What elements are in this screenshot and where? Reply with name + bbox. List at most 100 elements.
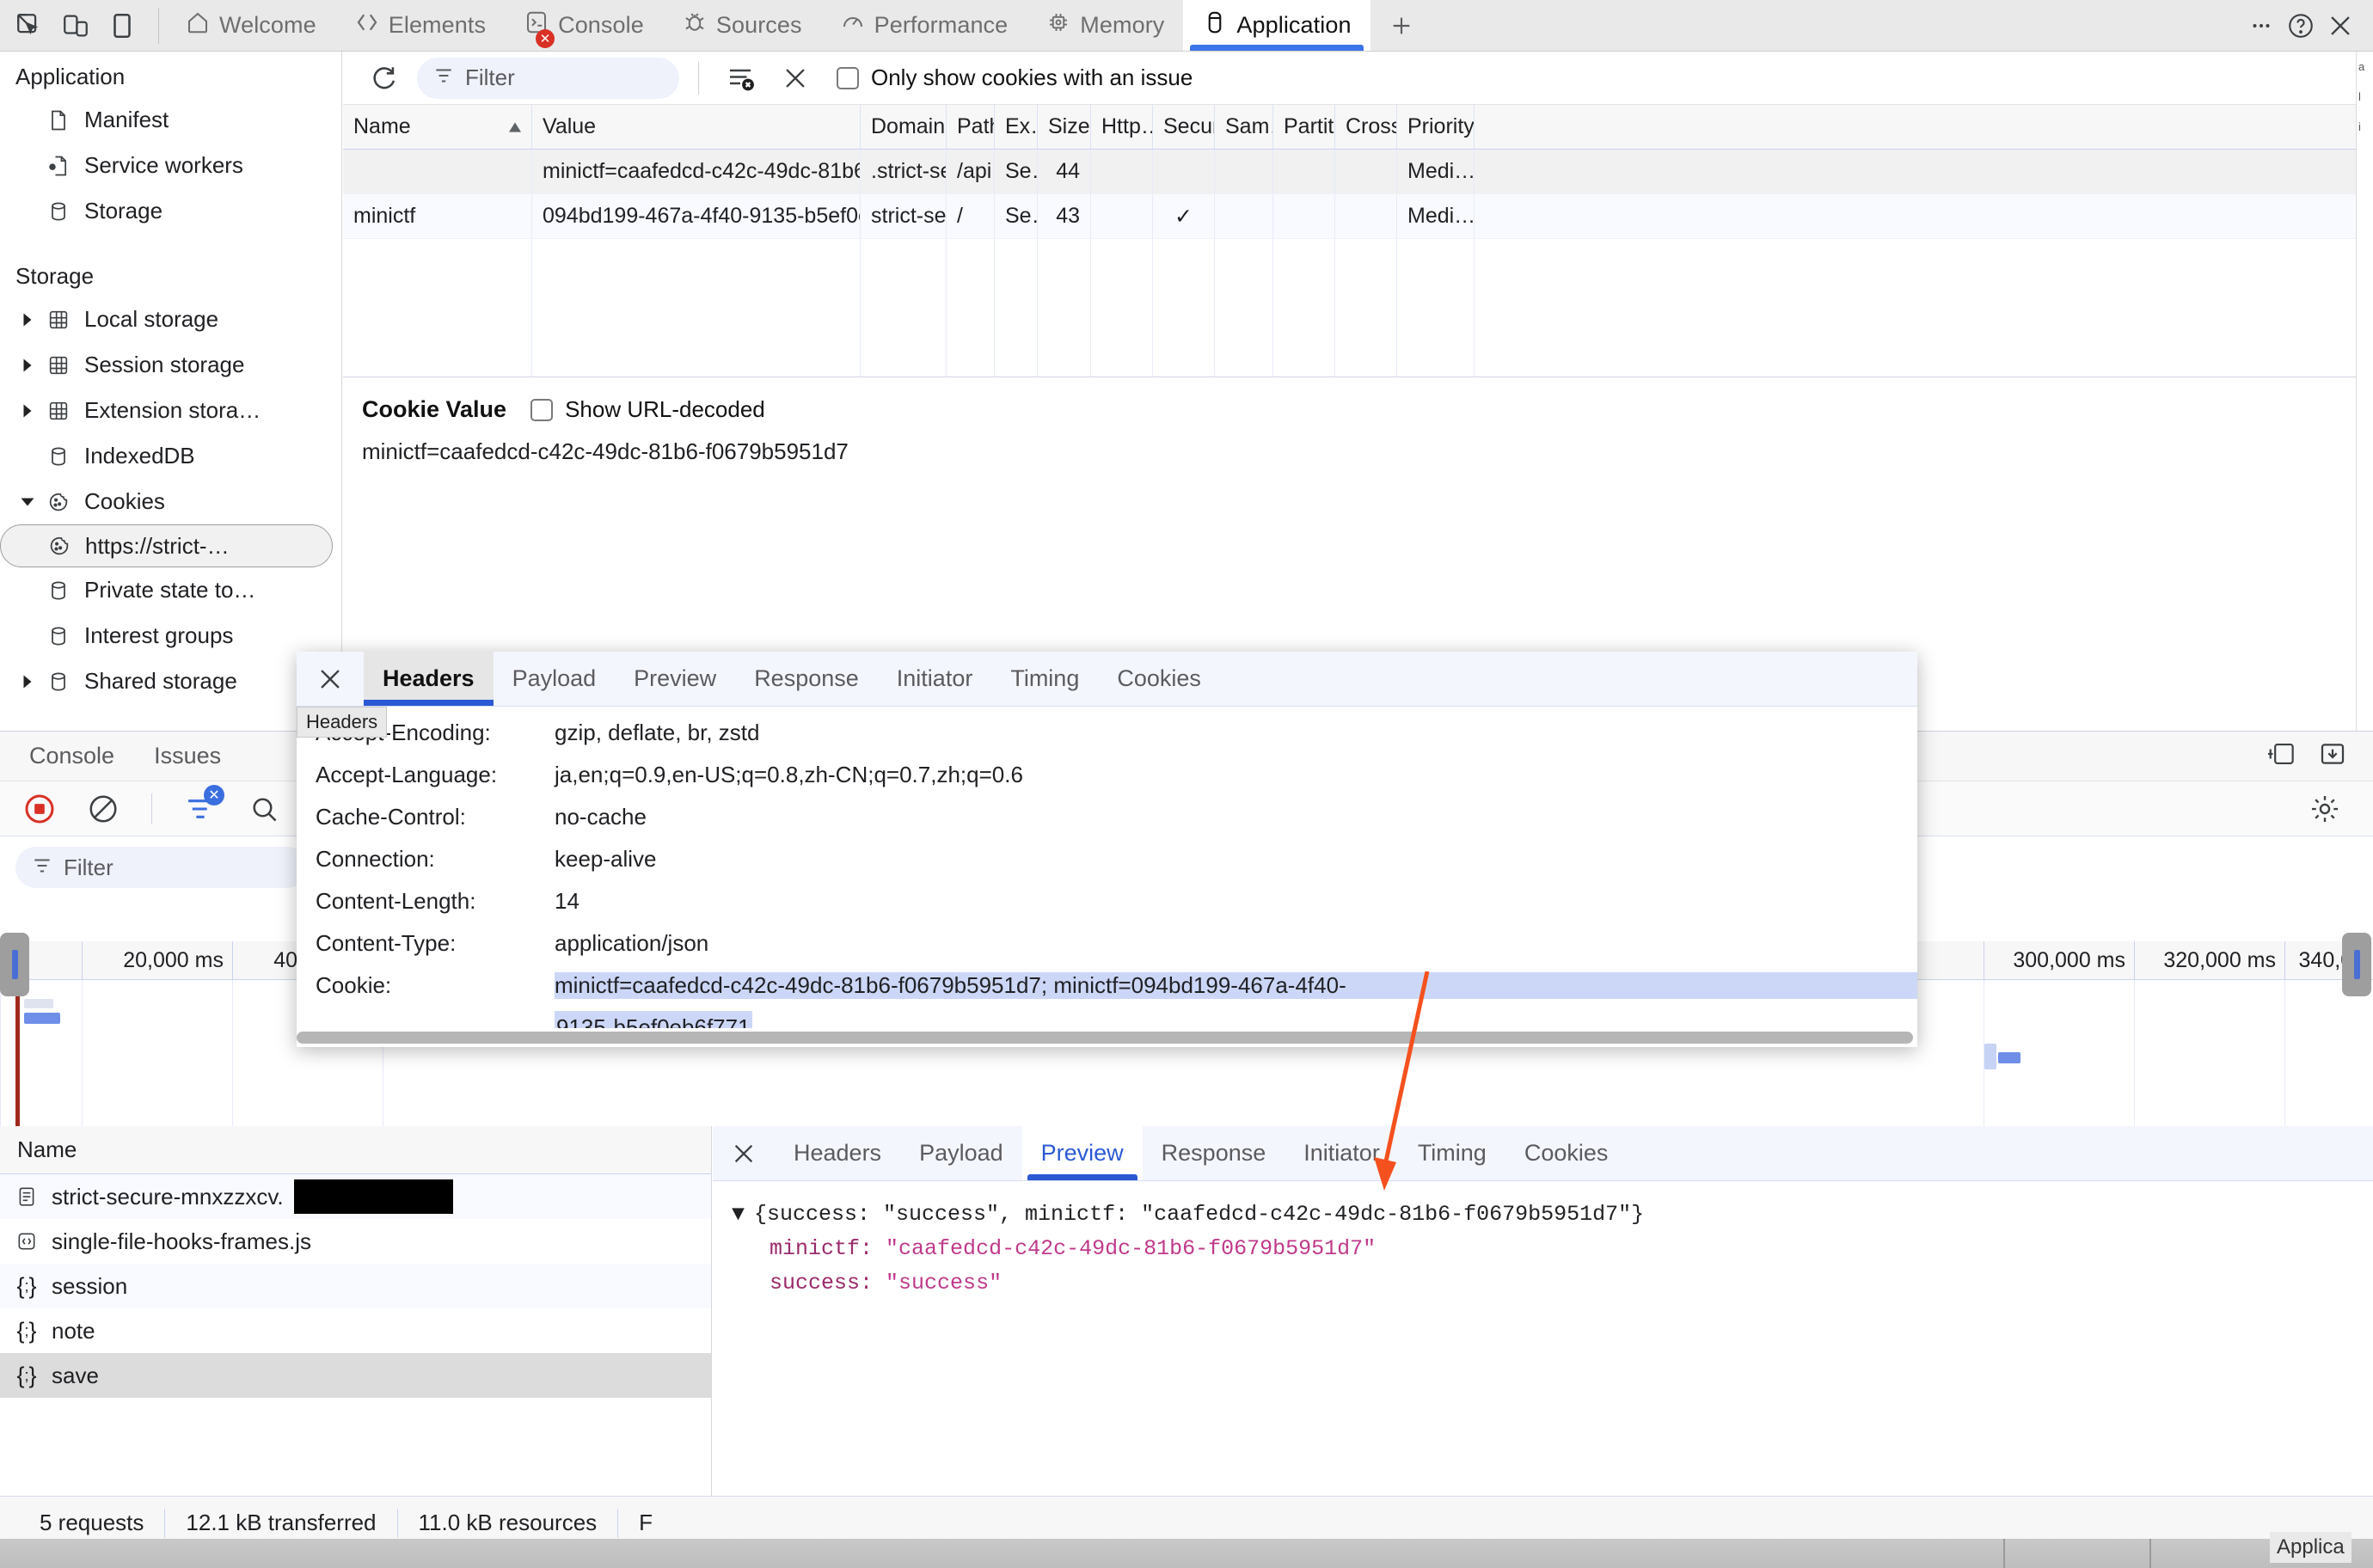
- panel-tabs: Welcome Elements ✕ Console Sources Perfo…: [166, 0, 1432, 51]
- tab-payload[interactable]: Payload: [900, 1126, 1022, 1180]
- overlay-tab-initiator[interactable]: Initiator: [878, 652, 992, 706]
- chevron-right-icon[interactable]: [15, 312, 40, 328]
- cell-priority: Medi…: [1397, 194, 1475, 238]
- only-issues-checkbox-row[interactable]: Only show cookies with an issue: [837, 64, 1193, 91]
- triangle-down-icon[interactable]: ▼: [732, 1202, 754, 1227]
- sidebar-item-indexeddb[interactable]: IndexedDB: [0, 433, 341, 479]
- column-header-priority[interactable]: Priority: [1397, 105, 1475, 149]
- show-url-decoded-row[interactable]: Show URL-decoded: [530, 396, 765, 423]
- tab-elements[interactable]: Elements: [335, 0, 505, 51]
- column-header-value[interactable]: Value: [532, 105, 861, 149]
- table-row[interactable]: minictf=caafedcd-c42c-49dc-81b6-f0679b… …: [343, 150, 2373, 194]
- inspect-element-icon[interactable]: [12, 9, 46, 43]
- tab-console[interactable]: ✕ Console: [505, 0, 663, 51]
- search-icon[interactable]: [242, 787, 286, 831]
- sidebar-item-manifest[interactable]: Manifest: [0, 97, 341, 143]
- json-summary-row[interactable]: ▼ {success: "success", minictf: "caafedc…: [732, 1197, 2373, 1231]
- sidebar-item-shared-storage[interactable]: Shared storage: [0, 658, 341, 704]
- chevron-right-icon[interactable]: [15, 674, 40, 689]
- overlay-tab-cookies[interactable]: Cookies: [1098, 652, 1220, 706]
- help-icon[interactable]: [2284, 9, 2318, 43]
- column-header-domain[interactable]: Domain: [861, 105, 947, 149]
- cookies-table-header: Name Value Domain Path Ex… Size Http… Se…: [343, 105, 2373, 150]
- tab-application[interactable]: Application: [1183, 0, 1370, 51]
- column-header-size[interactable]: Size: [1038, 105, 1091, 149]
- sidebar-item-private-state-tokens[interactable]: Private state to…: [0, 567, 341, 613]
- tab-performance[interactable]: Performance: [821, 0, 1027, 51]
- chevron-right-icon[interactable]: [15, 403, 40, 419]
- tab-console-drawer[interactable]: Console: [29, 743, 114, 769]
- cookies-filter-input[interactable]: Filter: [417, 57, 679, 99]
- list-item[interactable]: {;} note: [0, 1308, 711, 1353]
- column-header-name[interactable]: Name: [343, 105, 532, 149]
- tab-timing[interactable]: Timing: [1399, 1126, 1505, 1180]
- sidebar-item-service-workers[interactable]: Service workers: [0, 143, 341, 188]
- status-requests: 5 requests: [40, 1510, 144, 1535]
- overlay-tab-payload[interactable]: Payload: [494, 652, 616, 706]
- show-url-decoded-checkbox[interactable]: [530, 398, 554, 421]
- close-devtools-icon[interactable]: [2323, 9, 2358, 43]
- dock-drawer-icon[interactable]: [2266, 741, 2296, 771]
- only-issues-checkbox[interactable]: [837, 66, 859, 89]
- download-icon[interactable]: [2318, 740, 2347, 772]
- request-headers-list: Accept-Encoding: gzip, deflate, br, zstd…: [297, 707, 1917, 1047]
- list-item[interactable]: strict-secure-mnxzzxcv.: [0, 1174, 711, 1219]
- device-toolbar-icon[interactable]: [58, 9, 93, 43]
- column-header-samesite[interactable]: Sam…: [1215, 105, 1273, 149]
- timeline-scrubber-right[interactable]: [2342, 933, 2371, 996]
- overlay-tab-headers[interactable]: Headers: [364, 652, 494, 706]
- clear-all-cookies-button[interactable]: [718, 56, 763, 101]
- sidebar-item-extension-storage[interactable]: Extension stora…: [0, 388, 341, 433]
- dock-side-icon[interactable]: [105, 9, 139, 43]
- sidebar-item-local-storage[interactable]: Local storage: [0, 297, 341, 342]
- tab-headers[interactable]: Headers: [775, 1126, 900, 1180]
- column-header-secure[interactable]: Secure: [1153, 105, 1215, 149]
- add-panel-button[interactable]: [1370, 0, 1432, 51]
- sidebar-item-session-storage[interactable]: Session storage: [0, 342, 341, 388]
- timeline-scrubber-left[interactable]: [0, 933, 29, 996]
- tab-initiator[interactable]: Initiator: [1285, 1126, 1399, 1180]
- tab-welcome[interactable]: Welcome: [166, 0, 335, 51]
- tab-sources[interactable]: Sources: [663, 0, 821, 51]
- sidebar-item-interest-groups[interactable]: Interest groups: [0, 613, 341, 658]
- column-header-expires[interactable]: Ex…: [995, 105, 1038, 149]
- sidebar-item-cookie-origin[interactable]: https://strict-…: [0, 524, 333, 567]
- delete-selected-cookie-button[interactable]: [773, 56, 818, 101]
- gear-icon[interactable]: [2302, 787, 2347, 831]
- sidebar-item-interest-groups-label: Interest groups: [84, 622, 234, 648]
- chevron-down-icon[interactable]: [15, 494, 40, 510]
- list-item[interactable]: single-file-hooks-frames.js: [0, 1219, 711, 1264]
- cell-value: minictf=caafedcd-c42c-49dc-81b6-f0679b…: [532, 150, 861, 193]
- column-header-crosssite[interactable]: Cross…: [1335, 105, 1397, 149]
- list-item[interactable]: {;} session: [0, 1264, 711, 1308]
- column-header-partition[interactable]: Partit…: [1273, 105, 1335, 149]
- toolbar-divider: [698, 61, 699, 95]
- network-list-header[interactable]: Name: [0, 1126, 711, 1174]
- sidebar-item-storage[interactable]: Storage: [0, 188, 341, 234]
- close-detail-button[interactable]: [713, 1126, 775, 1180]
- filter-toggle-icon[interactable]: ✕: [178, 784, 224, 831]
- refresh-cookies-button[interactable]: [362, 56, 407, 101]
- close-overlay-button[interactable]: [297, 652, 364, 706]
- overlay-horizontal-scrollbar[interactable]: [297, 1028, 1917, 1047]
- chevron-right-icon[interactable]: [15, 358, 40, 373]
- sidebar-item-cookies[interactable]: Cookies: [0, 479, 341, 524]
- overlay-tab-preview[interactable]: Preview: [615, 652, 735, 706]
- tab-preview[interactable]: Preview: [1021, 1126, 1143, 1180]
- tab-memory[interactable]: Memory: [1027, 0, 1183, 51]
- list-item[interactable]: {;} save: [0, 1353, 711, 1398]
- tab-cookies[interactable]: Cookies: [1505, 1126, 1628, 1180]
- tab-issues-drawer[interactable]: Issues: [154, 743, 221, 769]
- column-header-path[interactable]: Path: [947, 105, 995, 149]
- record-stop-icon[interactable]: [17, 787, 62, 831]
- more-options-icon[interactable]: [2244, 9, 2278, 43]
- overlay-tab-response[interactable]: Response: [735, 652, 878, 706]
- json-entry-row: minictf: "caafedcd-c42c-49dc-81b6-f0679b…: [732, 1231, 2373, 1265]
- column-header-httponly[interactable]: Http…: [1091, 105, 1153, 149]
- overlay-tab-timing[interactable]: Timing: [991, 652, 1098, 706]
- clear-console-icon[interactable]: [81, 787, 126, 831]
- table-row[interactable]: minictf 094bd199-467a-4f40-9135-b5ef0eb6…: [343, 194, 2373, 239]
- console-filter-input[interactable]: Filter: [15, 847, 308, 888]
- scrollbar-thumb[interactable]: [297, 1032, 1913, 1044]
- tab-response[interactable]: Response: [1143, 1126, 1285, 1180]
